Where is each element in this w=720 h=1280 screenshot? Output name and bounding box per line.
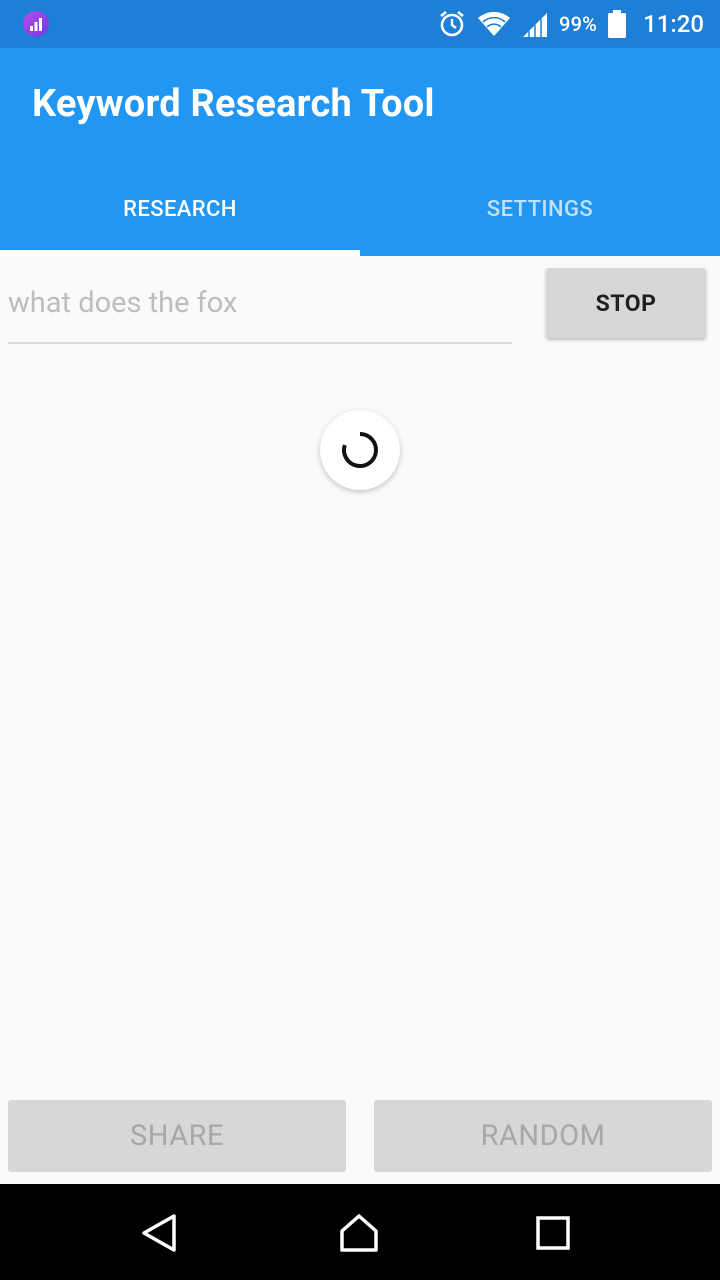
recents-icon[interactable] <box>532 1212 574 1254</box>
tab-bar: RESEARCH SETTINGS <box>0 168 720 256</box>
battery-percent: 99% <box>559 12 598 36</box>
back-icon[interactable] <box>138 1212 180 1254</box>
app-bar: Keyword Research Tool RESEARCH SETTINGS <box>0 48 720 256</box>
navigation-bar <box>0 1184 720 1280</box>
alarm-icon <box>440 10 464 37</box>
app-title: Keyword Research Tool <box>32 82 435 126</box>
tab-indicator <box>0 250 360 256</box>
stop-button[interactable]: STOP <box>546 268 706 338</box>
loading-spinner <box>320 410 400 490</box>
clock: 11:20 <box>643 10 704 38</box>
tab-research[interactable]: RESEARCH <box>0 168 360 250</box>
status-bar: 99% 11:20 <box>0 0 720 48</box>
spinner-icon <box>342 432 378 468</box>
home-icon[interactable] <box>338 1212 380 1254</box>
battery-icon <box>608 10 627 38</box>
wifi-icon <box>478 11 511 37</box>
tab-settings[interactable]: SETTINGS <box>360 168 720 250</box>
share-button[interactable]: SHARE <box>8 1100 346 1172</box>
status-icons: 99% 11:20 <box>437 0 704 48</box>
cell-signal-icon <box>523 13 548 37</box>
app-notification-icon <box>23 11 49 37</box>
search-input[interactable] <box>8 272 512 344</box>
random-button[interactable]: RANDOM <box>374 1100 712 1172</box>
